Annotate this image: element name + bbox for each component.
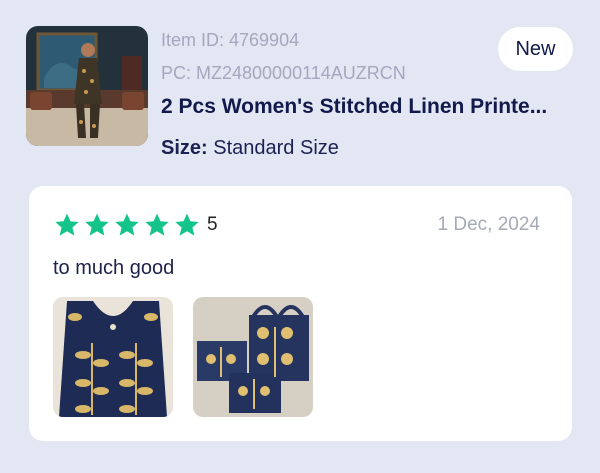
new-badge: New xyxy=(498,27,573,71)
product-card: Item ID: 4769904 PC: MZ24800000114AUZRCN… xyxy=(0,0,600,180)
star-icon xyxy=(85,213,109,236)
review-photo[interactable] xyxy=(53,297,173,417)
item-id: Item ID: 4769904 xyxy=(161,30,300,50)
size-value: Standard Size xyxy=(213,137,339,159)
star-icon xyxy=(55,213,79,236)
rating-value: 5 xyxy=(207,214,218,235)
size-label: Size: xyxy=(161,137,208,159)
star-icon xyxy=(145,213,169,236)
product-code: PC: MZ24800000114AUZRCN xyxy=(161,63,406,83)
star-icon xyxy=(175,213,199,236)
review-date: 1 Dec, 2024 xyxy=(437,214,540,235)
review-photo[interactable] xyxy=(193,297,313,417)
review-card: 5 1 Dec, 2024 to much good xyxy=(29,186,572,441)
star-rating xyxy=(53,212,203,238)
star-icon xyxy=(115,213,139,236)
product-thumbnail[interactable] xyxy=(26,26,148,146)
review-text: to much good xyxy=(53,257,175,279)
product-title[interactable]: 2 Pcs Women's Stitched Linen Printe... xyxy=(161,95,571,119)
product-size: Size: Standard Size xyxy=(161,137,339,160)
